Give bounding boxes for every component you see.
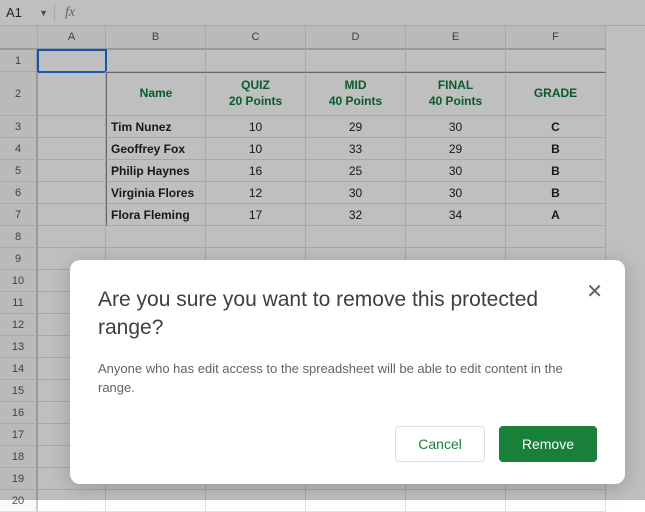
remove-protected-range-dialog: ✕ Are you sure you want to remove this p… — [70, 260, 625, 484]
dialog-title: Are you sure you want to remove this pro… — [98, 286, 597, 343]
cancel-button[interactable]: Cancel — [395, 426, 485, 462]
close-icon[interactable]: ✕ — [586, 282, 603, 302]
dialog-body: Anyone who has edit access to the spread… — [98, 359, 597, 398]
remove-button[interactable]: Remove — [499, 426, 597, 462]
dialog-actions: Cancel Remove — [98, 426, 597, 462]
